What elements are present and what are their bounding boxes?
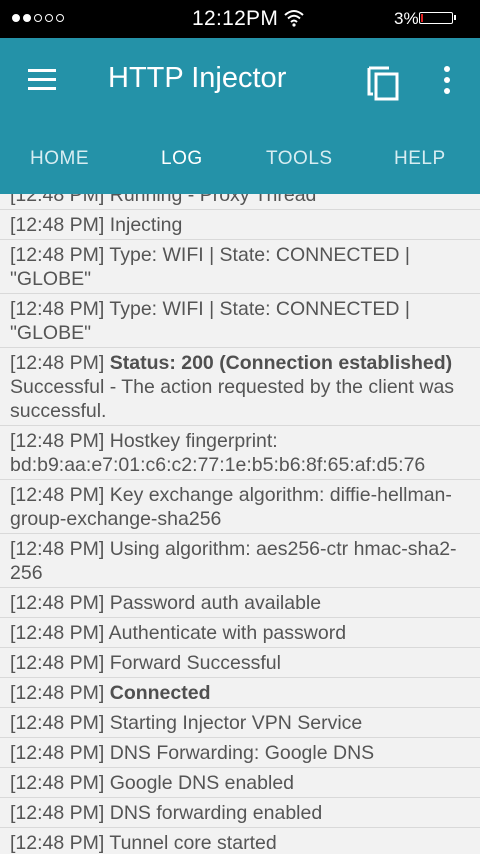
log-timestamp: [12:48 PM] [10,430,105,452]
tab-bar: HOME LOG TOOLS HELP [0,138,480,194]
log-entry: [12:48 PM] DNS forwarding enabled [0,798,480,828]
log-entry: [12:48 PM] Connected [0,678,480,708]
signal-dots-icon [12,14,64,22]
log-message: Injecting [109,214,183,236]
log-entry: [12:48 PM] Status: 200 (Connection estab… [0,348,480,426]
log-status-text: Status: 200 (Connection established) [109,352,453,374]
log-entry: [12:48 PM] Forward Successful [0,648,480,678]
log-entry: [12:48 PM] Type: WIFI | State: CONNECTED… [0,240,480,294]
log-entry: [12:48 PM] Injecting [0,210,480,240]
log-timestamp: [12:48 PM] [10,538,105,560]
copy-icon[interactable] [366,62,402,102]
log-message: Successful - The action requested by the… [10,376,455,422]
log-timestamp: [12:48 PM] [10,484,105,506]
log-entry: [12:48 PM] Running - Proxy Thread [0,194,480,210]
log-message: Running - Proxy Thread [109,194,317,206]
log-message: Password auth available [109,592,322,614]
app-bar: HTTP Injector HOME LOG TOOLS HELP [0,38,480,194]
log-entry: [12:48 PM] Password auth available [0,588,480,618]
log-timestamp: [12:48 PM] [10,592,105,614]
log-message: Tunnel core started [109,832,277,854]
log-message: DNS forwarding enabled [109,802,323,824]
log-entry: [12:48 PM] Type: WIFI | State: CONNECTED… [0,294,480,348]
log-timestamp: [12:48 PM] [10,194,105,206]
log-entry: [12:48 PM] Using algorithm: aes256-ctr h… [0,534,480,588]
log-entry: [12:48 PM] Hostkey fingerprint: bd:b9:aa… [0,426,480,480]
log-timestamp: [12:48 PM] [10,832,105,854]
status-bar: 12:12PM 3% [0,0,480,38]
log-entry: [12:48 PM] Authenticate with password [0,618,480,648]
log-list[interactable]: [12:48 PM] Running - Proxy Thread [12:48 … [0,194,480,854]
tab-help[interactable]: HELP [394,148,446,170]
log-entry: [12:48 PM] Starting Injector VPN Service [0,708,480,738]
log-timestamp: [12:48 PM] [10,214,105,236]
log-entry: [12:48 PM] Key exchange algorithm: diffi… [0,480,480,534]
log-timestamp: [12:48 PM] [10,742,105,764]
tab-log[interactable]: LOG [161,148,203,170]
log-entry: [12:48 PM] DNS Forwarding: Google DNS [0,738,480,768]
log-timestamp: [12:48 PM] [10,712,105,734]
log-message: Google DNS enabled [109,772,295,794]
menu-icon[interactable] [28,69,56,91]
log-timestamp: [12:48 PM] [10,652,105,674]
log-entry: [12:48 PM] Tunnel core started [0,828,480,854]
log-message: Authenticate with password [108,622,347,644]
battery-icon [419,12,456,24]
log-timestamp: [12:48 PM] [10,622,105,644]
battery-percent: 3% [394,9,419,28]
log-message: Starting Injector VPN Service [109,712,363,734]
tab-tools[interactable]: TOOLS [266,148,333,170]
status-time: 12:12PM [192,7,279,30]
log-timestamp: [12:48 PM] [10,682,105,704]
more-vert-icon[interactable] [438,64,456,96]
log-timestamp: [12:48 PM] [10,298,105,320]
wifi-icon [284,10,304,27]
log-status-text: Connected [109,682,211,704]
log-message: Forward Successful [109,652,281,674]
log-message: DNS Forwarding: Google DNS [109,742,375,764]
log-timestamp: [12:48 PM] [10,802,105,824]
tab-home[interactable]: HOME [30,148,89,170]
log-timestamp: [12:48 PM] [10,244,105,266]
log-timestamp: [12:48 PM] [10,352,105,374]
log-timestamp: [12:48 PM] [10,772,105,794]
app-title: HTTP Injector [108,62,287,94]
log-entry: [12:48 PM] Google DNS enabled [0,768,480,798]
